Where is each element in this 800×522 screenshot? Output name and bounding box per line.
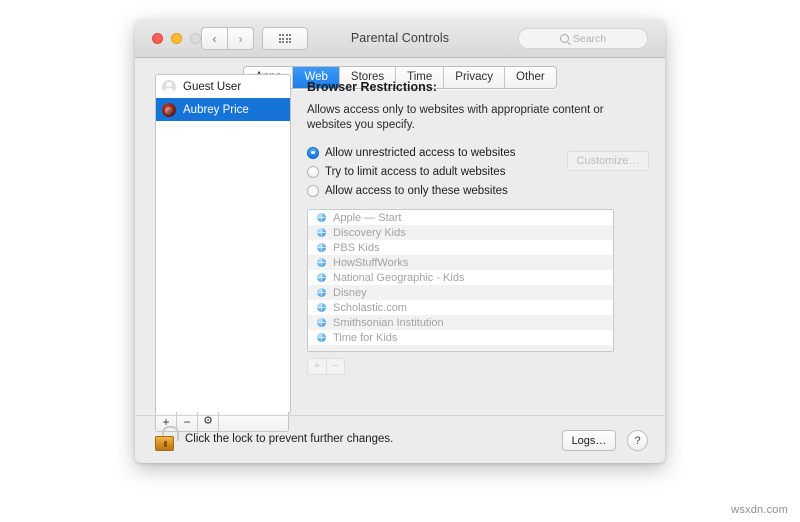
globe-icon: [317, 318, 326, 327]
website-name: Apple — Start: [333, 211, 402, 224]
remove-website-button: −: [326, 358, 345, 375]
user-photo-avatar: [162, 102, 176, 117]
list-item[interactable]: Discovery Kids: [308, 225, 613, 240]
user-name: Aubrey Price: [183, 103, 249, 116]
website-name: Scholastic.com: [333, 301, 407, 314]
padlock-body: [155, 436, 174, 451]
globe-icon: [317, 243, 326, 252]
list-item[interactable]: Smithsonian Institution: [308, 315, 613, 330]
user-name: Guest User: [183, 80, 242, 93]
globe-icon: [317, 288, 326, 297]
radio-button-icon[interactable]: [307, 165, 319, 178]
search-placeholder: Search: [572, 32, 607, 45]
website-name: PBS Kids: [333, 241, 380, 254]
website-name: Time for Kids: [333, 331, 398, 344]
allowed-websites-list[interactable]: Apple — Start Discovery Kids PBS Kids Ho…: [307, 209, 614, 352]
radio-allow-only-these[interactable]: Allow access to only these websites: [307, 182, 649, 199]
globe-icon: [317, 333, 326, 342]
list-item[interactable]: Apple — Start: [308, 210, 613, 225]
globe-icon: [317, 258, 326, 267]
add-website-button: +: [307, 358, 326, 375]
website-name: National Geographic - Kids: [333, 271, 465, 284]
list-item[interactable]: PBS Kids: [308, 240, 613, 255]
list-item[interactable]: Time for Kids: [308, 330, 613, 345]
website-name: HowStuffWorks: [333, 256, 409, 269]
globe-icon: [317, 303, 326, 312]
customize-button: Customize…: [567, 151, 649, 171]
globe-icon: [317, 228, 326, 237]
window-titlebar: ‹ › Parental Controls Search: [135, 20, 665, 58]
website-name: Disney: [333, 286, 367, 299]
list-item[interactable]: HowStuffWorks: [308, 255, 613, 270]
list-item-guest-user[interactable]: Guest User: [156, 75, 290, 98]
list-item-empty: [308, 345, 613, 351]
panel-description: Allows access only to websites with appr…: [307, 104, 604, 131]
search-field[interactable]: Search: [518, 28, 648, 49]
guest-avatar-icon: [162, 79, 176, 94]
list-item[interactable]: National Geographic - Kids: [308, 270, 613, 285]
help-button[interactable]: ?: [627, 430, 648, 451]
list-item[interactable]: Disney: [308, 285, 613, 300]
website-name: Discovery Kids: [333, 226, 406, 239]
list-item[interactable]: Scholastic.com: [308, 300, 613, 315]
logs-button[interactable]: Logs…: [562, 430, 616, 451]
website-list-buttons: + −: [307, 358, 649, 375]
parental-controls-window: ‹ › Parental Controls Search Apps Web St…: [135, 20, 665, 463]
watermark: wsxdn.com: [731, 504, 788, 516]
list-item-aubrey-price[interactable]: Aubrey Price: [156, 98, 290, 121]
search-icon: [559, 34, 569, 43]
website-name: Smithsonian Institution: [333, 316, 444, 329]
web-settings-panel: Browser Restrictions: Allows access only…: [307, 80, 649, 375]
page-title: Browser Restrictions:: [307, 80, 437, 94]
globe-icon: [317, 213, 326, 222]
window-footer: Click the lock to prevent further change…: [135, 415, 665, 463]
radio-label: Allow unrestricted access to websites: [325, 146, 516, 159]
lock-status-text: Click the lock to prevent further change…: [185, 433, 394, 445]
radio-label: Allow access to only these websites: [325, 184, 508, 197]
user-list[interactable]: Guest User Aubrey Price: [155, 74, 291, 414]
radio-button-icon[interactable]: [307, 146, 319, 159]
radio-label: Try to limit access to adult websites: [325, 165, 506, 178]
radio-button-icon[interactable]: [307, 184, 319, 197]
unlocked-padlock-icon[interactable]: [155, 426, 179, 452]
globe-icon: [317, 273, 326, 282]
